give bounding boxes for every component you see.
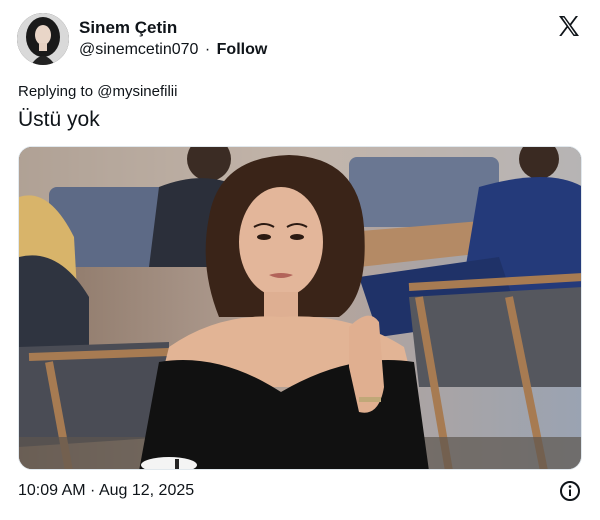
reply-mention-link[interactable]: @mysinefilii [97, 83, 177, 100]
tweet-text: Üstü yok [18, 108, 100, 131]
replying-prefix: Replying to [18, 83, 98, 100]
avatar[interactable] [17, 13, 69, 65]
x-logo-icon[interactable] [557, 14, 581, 38]
author-handle[interactable]: @sinemcetin070 [79, 41, 198, 58]
author-meta: @sinemcetin070 · Follow [79, 41, 267, 59]
tweet-media-photo[interactable] [18, 146, 582, 470]
follow-button[interactable]: Follow [217, 41, 268, 58]
replying-to: Replying to @mysinefilii [18, 83, 177, 100]
info-icon[interactable] [559, 480, 581, 502]
author-name[interactable]: Sinem Çetin [79, 18, 177, 38]
tweet-timestamp[interactable]: 10:09 AM · Aug 12, 2025 [18, 482, 194, 500]
separator-dot: · [204, 41, 211, 58]
